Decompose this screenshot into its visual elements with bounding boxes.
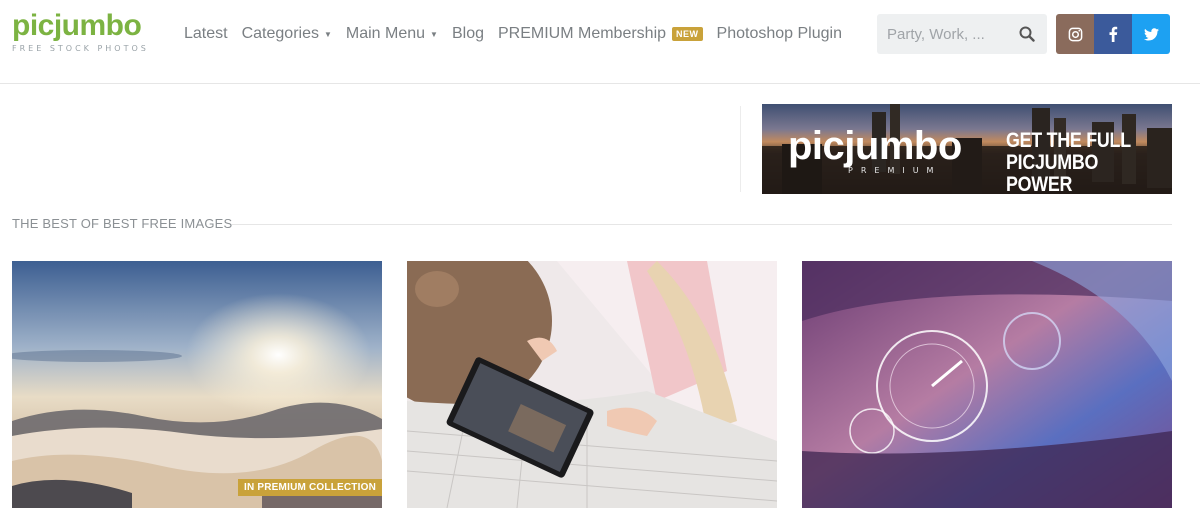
caret-down-icon: ▼ (430, 29, 438, 39)
banner-premium-label: PREMIUM (848, 166, 942, 175)
twitter-button[interactable] (1132, 14, 1170, 54)
facebook-icon (1109, 26, 1118, 42)
foggy-sunrise-photo (12, 261, 382, 508)
nav-latest-label: Latest (184, 25, 228, 42)
new-badge: NEW (672, 27, 703, 41)
nav-photoshop-label: Photoshop Plugin (716, 25, 842, 42)
section-divider (232, 224, 1172, 225)
site-header: picjumbo FREE STOCK PHOTOS Latest Catego… (0, 0, 1200, 84)
nav-main-menu[interactable]: Main Menu ▼ (346, 25, 438, 43)
photo-card[interactable]: IN PREMIUM COLLECTION (12, 261, 382, 508)
search-button[interactable] (1007, 14, 1047, 54)
logo-tagline: FREE STOCK PHOTOS (12, 44, 149, 53)
banner-cta: GET THE FULL PICJUMBO POWER (1006, 129, 1131, 195)
nav-main-menu-label: Main Menu (345, 25, 426, 42)
vertical-divider (740, 106, 741, 192)
instagram-icon (1068, 27, 1082, 41)
nav-latest[interactable]: Latest (184, 25, 228, 43)
facebook-button[interactable] (1094, 14, 1132, 54)
section-title: THE BEST OF BEST FREE IMAGES (12, 216, 233, 231)
logo-wordmark: picjumbo (12, 9, 142, 42)
search-input[interactable] (877, 14, 1007, 54)
nav-premium-membership[interactable]: PREMIUM Membership NEW (498, 25, 703, 43)
search-icon (1019, 26, 1035, 42)
search-box (877, 14, 1047, 54)
nav-photoshop-plugin[interactable]: Photoshop Plugin (717, 25, 842, 43)
premium-banner[interactable]: picjumbo PREMIUM GET THE FULL PICJUMBO P… (762, 104, 1172, 194)
premium-collection-tag: IN PREMIUM COLLECTION (238, 479, 382, 496)
nav-categories-label: Categories (241, 25, 319, 42)
photo-card[interactable] (407, 261, 777, 508)
car-dashboard-photo (802, 261, 1172, 508)
banner-brand: picjumbo (788, 124, 962, 168)
site-logo[interactable]: picjumbo FREE STOCK PHOTOS (12, 9, 149, 54)
photo-card[interactable] (802, 261, 1172, 508)
nav-blog[interactable]: Blog (452, 25, 484, 43)
nav-categories[interactable]: Categories ▼ (242, 25, 332, 43)
caret-down-icon: ▼ (323, 29, 332, 39)
instagram-button[interactable] (1056, 14, 1094, 54)
nav-blog-label: Blog (451, 25, 484, 42)
nav-premium-label: PREMIUM Membership (498, 25, 667, 42)
tablet-in-bed-photo (407, 261, 777, 508)
social-links (1056, 14, 1170, 54)
main-nav: Latest Categories ▼ Main Menu ▼ Blog PREMI… (184, 23, 856, 45)
twitter-icon (1143, 27, 1159, 40)
